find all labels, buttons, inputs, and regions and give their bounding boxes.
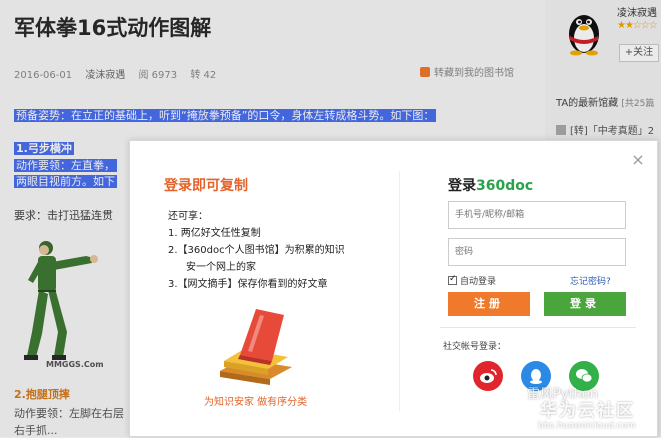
checkbox-checked-icon[interactable] (448, 274, 457, 285)
promo-slogan: 为知识安家 做有序分类 (204, 397, 308, 408)
password-input[interactable] (448, 238, 626, 266)
watermark-url: bbs.huaweicloud.com (538, 421, 636, 431)
huawei-cloud-watermark: 华为云社区 (540, 401, 635, 421)
books-illustration (220, 309, 292, 385)
auto-login-label: 自动登录 (460, 277, 497, 287)
weibo-icon (480, 369, 497, 383)
weibo-login-icon[interactable] (473, 361, 503, 391)
modal-promo-title: 登录即可复制 (164, 178, 248, 194)
social-login-label: 社交帐号登录： (443, 342, 507, 352)
wechat-watermark-icon (512, 388, 524, 400)
login-title-brand: 360doc (476, 178, 534, 194)
benefit-item: 安一个网上的家 (186, 262, 256, 273)
benefit-item: 2.【360doc个人图书馆】为积累的知识 (168, 245, 345, 256)
auto-login-checkbox[interactable]: 自动登录 (448, 274, 496, 287)
benefit-item: 1. 两亿好文任性复制 (168, 228, 261, 239)
benefits-list: 1. 两亿好文任性复制 2.【360doc个人图书馆】为积累的知识 安一个网上的… (168, 225, 345, 293)
benefits-label: 还可享： (168, 211, 208, 222)
login-button[interactable]: 登录 (544, 292, 626, 316)
register-button[interactable]: 注册 (448, 292, 530, 316)
forgot-password-link[interactable]: 忘记密码? (570, 274, 611, 287)
modal-divider (399, 171, 400, 411)
close-icon[interactable]: × (631, 152, 645, 168)
login-title-prefix: 登录 (448, 178, 476, 194)
login-title: 登录360doc (448, 175, 533, 195)
benefit-item: 3.【网文摘手】保存你看到的好文章 (168, 279, 328, 290)
social-divider (440, 327, 636, 328)
username-input[interactable] (448, 201, 626, 229)
